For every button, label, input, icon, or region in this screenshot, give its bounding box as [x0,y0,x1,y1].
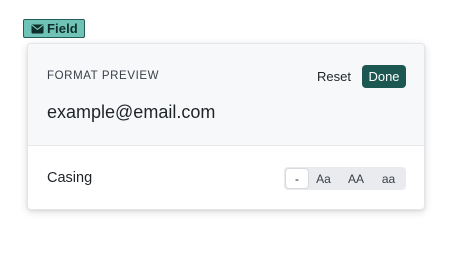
casing-option-title[interactable]: Aa [308,169,339,188]
casing-label: Casing [47,170,93,186]
casing-segmented-control: - Aa AA aa [284,167,406,190]
format-preview-heading: FORMAT PREVIEW [47,70,160,82]
casing-option-none[interactable]: - [286,169,308,188]
format-preview-section: FORMAT PREVIEW Reset Done example@email.… [28,44,424,146]
format-popover: FORMAT PREVIEW Reset Done example@email.… [27,43,425,210]
reset-button[interactable]: Reset [317,66,351,87]
page: Field FORMAT PREVIEW Reset Done example@… [0,0,466,253]
mail-icon [31,24,44,34]
done-button[interactable]: Done [362,65,406,88]
field-chip[interactable]: Field [23,19,85,38]
casing-option-upper[interactable]: AA [339,169,373,188]
format-preview-value: example@email.com [47,102,216,122]
casing-option-lower[interactable]: aa [373,169,404,188]
field-chip-label: Field [47,21,78,36]
